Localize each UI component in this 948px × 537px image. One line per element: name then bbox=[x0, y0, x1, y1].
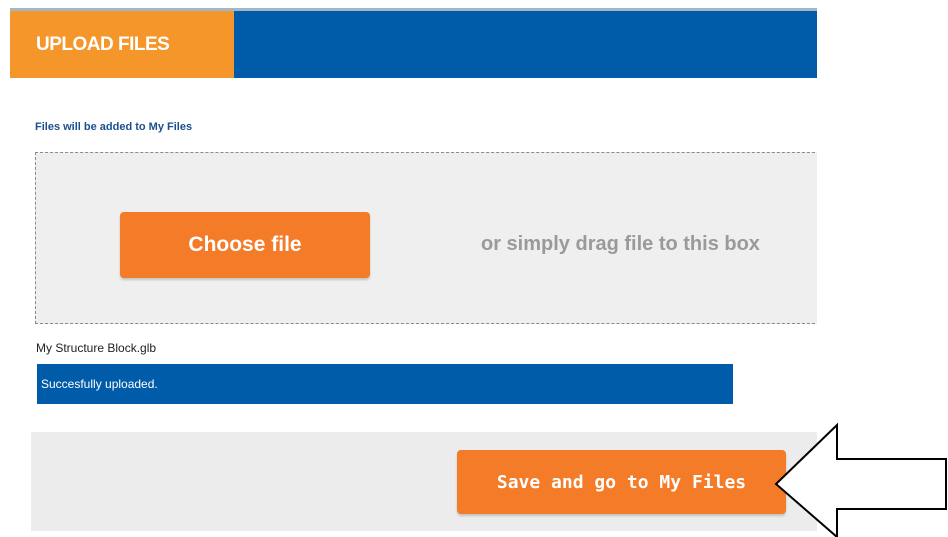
upload-files-panel: UPLOAD FILES Files will be added to My F… bbox=[0, 0, 948, 537]
arrow-left-icon bbox=[774, 422, 947, 537]
